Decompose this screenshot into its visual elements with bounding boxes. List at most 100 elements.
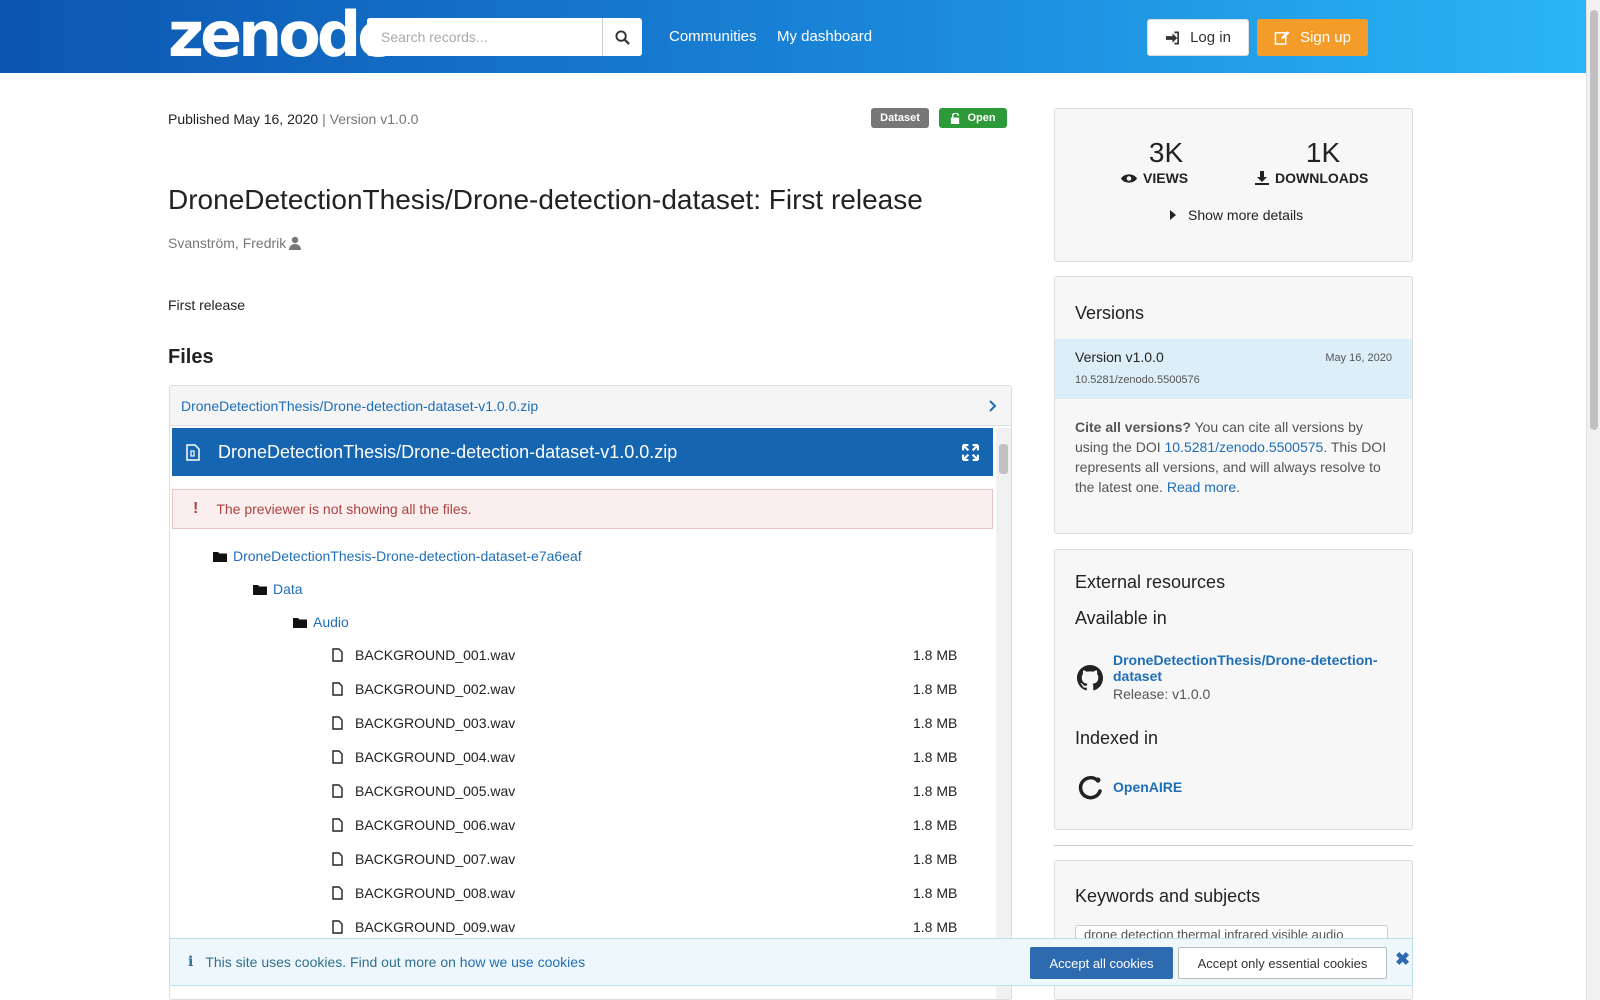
file-row[interactable]: BACKGROUND_009.wav 1.8 MB (332, 917, 993, 937)
file-row[interactable]: BACKGROUND_001.wav 1.8 MB (332, 645, 993, 665)
downloads-count: 1K (1305, 137, 1341, 168)
zip-file-header[interactable]: DroneDetectionThesis/Drone-detection-dat… (170, 386, 1011, 426)
concept-doi-link[interactable]: 10.5281/zenodo.5500575 (1165, 439, 1324, 455)
show-more-details[interactable]: Show more details (1170, 207, 1303, 223)
preview-title: DroneDetectionThesis/Drone-detection-dat… (218, 441, 678, 462)
cite-all-versions: Cite all versions? You can cite all vers… (1075, 417, 1393, 497)
file-size: 1.8 MB (913, 919, 958, 935)
preview-title-bar: DroneDetectionThesis/Drone-detection-dat… (172, 428, 993, 476)
folder-link[interactable]: Audio (313, 614, 349, 630)
file-row[interactable]: BACKGROUND_004.wav 1.8 MB (332, 747, 993, 767)
file-icon (332, 716, 343, 730)
file-row[interactable]: BACKGROUND_008.wav 1.8 MB (332, 883, 993, 903)
person-icon (289, 236, 302, 250)
page-scrollbar-thumb[interactable] (1590, 10, 1598, 430)
versions-heading: Versions (1075, 303, 1145, 323)
views-label: VIEWS (1143, 170, 1189, 186)
folder-link[interactable]: Data (273, 581, 303, 597)
openaire-link[interactable]: OpenAIRE (1113, 779, 1182, 795)
accept-essential-cookies-button[interactable]: Accept only essential cookies (1178, 947, 1387, 979)
cite-bold: Cite all versions? (1075, 419, 1191, 435)
file-row[interactable]: BACKGROUND_005.wav 1.8 MB (332, 781, 993, 801)
version-item-label[interactable]: Version v1.0.0 (1075, 349, 1164, 365)
downloads-label: DOWNLOADS (1275, 170, 1369, 186)
file-icon (332, 852, 343, 866)
access-badge: Open (939, 108, 1007, 128)
signup-button[interactable]: Sign up (1257, 19, 1368, 56)
folder-icon (293, 617, 307, 628)
cookie-banner: i This site uses cookies. Find out more … (169, 938, 1413, 986)
nav-my-dashboard[interactable]: My dashboard (777, 28, 872, 45)
folder-icon (213, 551, 227, 562)
github-release: Release: v1.0.0 (1113, 686, 1211, 702)
version-item[interactable]: Version v1.0.0 May 16, 2020 10.5281/zeno… (1055, 339, 1412, 399)
zenodo-logo[interactable]: zenodo (168, 4, 400, 66)
file-name: BACKGROUND_008.wav (355, 885, 516, 901)
file-row[interactable]: BACKGROUND_007.wav 1.8 MB (332, 849, 993, 869)
file-size: 1.8 MB (913, 647, 958, 663)
views-label-row: VIEWS (1121, 170, 1188, 186)
file-name: BACKGROUND_004.wav (355, 749, 516, 765)
file-name: BACKGROUND_002.wav (355, 681, 516, 697)
file-row[interactable]: BACKGROUND_002.wav 1.8 MB (332, 679, 993, 699)
chevron-right-icon[interactable] (989, 399, 997, 412)
resource-type-text: Dataset (880, 112, 920, 124)
search-button[interactable] (602, 18, 642, 56)
author-name[interactable]: Svanström, Fredrik (168, 235, 286, 251)
cookie-text: This site uses cookies. Find out more on (205, 954, 456, 970)
show-more-label: Show more details (1188, 207, 1304, 223)
page-scrollbar[interactable] (1586, 0, 1600, 1000)
nav-communities[interactable]: Communities (669, 28, 757, 45)
file-size: 1.8 MB (913, 885, 958, 901)
access-text: Open (967, 112, 996, 124)
tree-folder-audio[interactable]: Audio (293, 612, 349, 632)
published-date: Published May 16, 2020 (168, 111, 319, 127)
file-row[interactable]: BACKGROUND_006.wav 1.8 MB (332, 815, 993, 835)
stats-card: 3K VIEWS 1K DOWNLOADS Show more details (1054, 108, 1413, 262)
file-size: 1.8 MB (913, 783, 958, 799)
cookie-policy-link[interactable]: how we use cookies (460, 954, 585, 970)
external-resources-card: External resources Available in DroneDet… (1054, 549, 1413, 830)
file-size: 1.8 MB (913, 851, 958, 867)
zip-file-link[interactable]: DroneDetectionThesis/Drone-detection-dat… (181, 398, 538, 414)
search-input[interactable] (367, 18, 602, 56)
top-navbar: zenodo Communities My dashboard Log in S… (0, 0, 1586, 73)
search-icon (615, 29, 630, 45)
download-icon (1255, 171, 1269, 185)
file-icon (332, 920, 343, 934)
file-row[interactable]: BACKGROUND_003.wav 1.8 MB (332, 713, 993, 733)
downloads-label-row: DOWNLOADS (1255, 170, 1368, 186)
eye-icon (1121, 173, 1137, 183)
file-size: 1.8 MB (913, 715, 958, 731)
caret-right-icon (1170, 210, 1176, 220)
file-archive-icon (186, 443, 200, 461)
file-name: BACKGROUND_006.wav (355, 817, 516, 833)
exclamation-icon: ! (193, 500, 199, 517)
close-icon[interactable]: ✖ (1395, 949, 1410, 970)
login-button[interactable]: Log in (1147, 19, 1249, 56)
openaire-icon (1078, 775, 1102, 800)
file-name: BACKGROUND_009.wav (355, 919, 516, 935)
available-in-heading: Available in (1075, 608, 1167, 628)
publication-info: Published May 16, 2020 | Version v1.0.0 (168, 111, 418, 127)
record-description: First release (168, 297, 246, 313)
version-item-date: May 16, 2020 (1325, 352, 1392, 364)
author: Svanström, Fredrik (168, 235, 302, 251)
github-repo-link[interactable]: DroneDetectionThesis/Drone-detection-dat… (1113, 652, 1388, 684)
file-icon (332, 818, 343, 832)
preview-scrollbar-thumb[interactable] (999, 444, 1008, 474)
expand-icon[interactable] (962, 443, 979, 461)
files-panel: DroneDetectionThesis/Drone-detection-dat… (169, 385, 1012, 1000)
preview-scrollbar[interactable] (996, 428, 1011, 999)
version-item-doi: 10.5281/zenodo.5500576 (1075, 374, 1200, 386)
accept-all-cookies-button[interactable]: Accept all cookies (1030, 947, 1173, 979)
read-more-link[interactable]: Read more (1167, 479, 1236, 495)
edit-icon (1274, 30, 1290, 45)
version-label: Version v1.0.0 (329, 111, 419, 127)
file-size: 1.8 MB (913, 681, 958, 697)
file-name: BACKGROUND_007.wav (355, 851, 516, 867)
folder-link[interactable]: DroneDetectionThesis-Drone-detection-dat… (233, 548, 582, 564)
tree-folder-root[interactable]: DroneDetectionThesis-Drone-detection-dat… (213, 546, 582, 566)
tree-folder-data[interactable]: Data (253, 579, 303, 599)
file-icon (332, 750, 343, 764)
